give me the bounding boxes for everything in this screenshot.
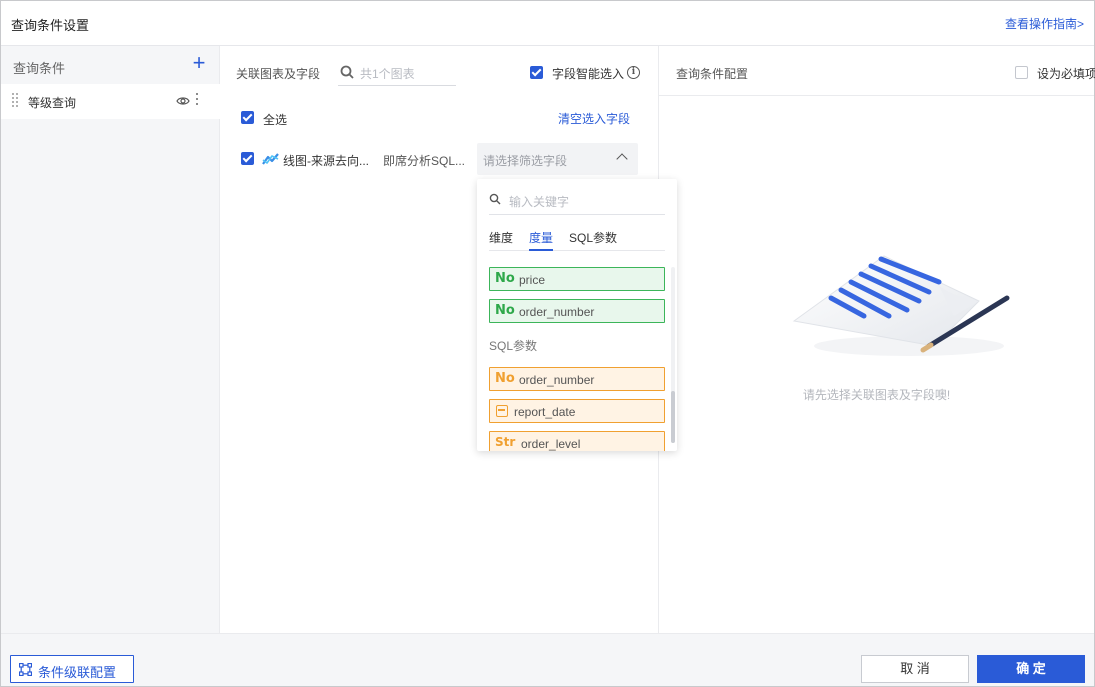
smart-select-checkbox[interactable] bbox=[530, 66, 543, 79]
select-all-checkbox[interactable] bbox=[241, 111, 254, 124]
chart-search-placeholder: 共1个图表 bbox=[360, 67, 415, 81]
add-condition-button[interactable]: + bbox=[190, 52, 208, 74]
cascade-config-label: 条件级联配置 bbox=[38, 665, 117, 680]
calendar-icon bbox=[496, 405, 508, 417]
chart-search-input[interactable]: 共1个图表 bbox=[338, 60, 456, 86]
empty-state-illustration bbox=[792, 255, 1010, 356]
chart-source: 即席分析SQL... bbox=[383, 154, 466, 168]
field-name: order_number bbox=[519, 373, 595, 387]
number-type-icon: No bbox=[495, 371, 515, 386]
field-dropdown: 输入关键字 维度 度量 SQL参数 No price No order_numb… bbox=[477, 179, 677, 451]
chevron-up-icon bbox=[616, 153, 628, 165]
search-icon bbox=[489, 193, 501, 205]
field-select[interactable]: 请选择筛选字段 bbox=[477, 143, 638, 175]
condition-list-title: 查询条件 bbox=[13, 61, 66, 76]
condition-item-label: 等级查询 bbox=[28, 96, 77, 110]
search-icon bbox=[340, 65, 354, 79]
condition-config-header: 查询条件配置 设为必填项 bbox=[659, 46, 1095, 96]
cascade-config-button[interactable]: 条件级联配置 bbox=[10, 655, 134, 683]
eye-icon[interactable] bbox=[176, 95, 190, 107]
required-checkbox[interactable] bbox=[1015, 66, 1028, 79]
field-select-placeholder: 请选择筛选字段 bbox=[483, 154, 568, 168]
cancel-button[interactable]: 取 消 bbox=[861, 655, 969, 683]
condition-config-title: 查询条件配置 bbox=[676, 67, 749, 81]
drag-handle-icon[interactable] bbox=[12, 93, 20, 107]
keyword-search-input[interactable]: 输入关键字 bbox=[489, 189, 665, 215]
condition-list-panel: 查询条件 + 等级查询 bbox=[1, 46, 220, 633]
chart-name: 线图-来源去向... bbox=[283, 154, 369, 168]
field-name: order_level bbox=[521, 437, 581, 451]
field-item[interactable]: No order_number bbox=[489, 367, 665, 391]
dropdown-scrollbar[interactable] bbox=[671, 267, 675, 443]
more-vertical-icon[interactable] bbox=[194, 93, 200, 107]
dialog-footer: 条件级联配置 取 消 确 定 bbox=[1, 633, 1094, 686]
linked-charts-title: 关联图表及字段 bbox=[236, 67, 321, 81]
tab-measure[interactable]: 度量 bbox=[529, 229, 554, 251]
tab-dimension[interactable]: 维度 bbox=[489, 229, 513, 251]
guide-link[interactable]: 查看操作指南> bbox=[1005, 15, 1084, 32]
condition-item[interactable]: 等级查询 bbox=[1, 84, 220, 119]
sql-params-group-label: SQL参数 bbox=[489, 339, 538, 353]
required-label: 设为必填项 bbox=[1037, 67, 1095, 81]
scrollbar-thumb[interactable] bbox=[671, 391, 675, 443]
field-name: order_number bbox=[519, 305, 595, 319]
info-icon[interactable]: i bbox=[627, 66, 640, 79]
field-name: report_date bbox=[514, 405, 576, 419]
dialog: 查询条件设置 查看操作指南> 查询条件 + 等级查询 关联图表及字段 共1个图表… bbox=[0, 0, 1095, 687]
empty-state-text: 请先选择关联图表及字段噢! bbox=[802, 388, 951, 402]
tab-sql-params[interactable]: SQL参数 bbox=[569, 229, 617, 251]
field-item[interactable]: No price bbox=[489, 267, 665, 291]
string-type-icon: Str bbox=[495, 435, 516, 449]
line-chart-icon bbox=[262, 153, 279, 165]
number-type-icon: No bbox=[495, 271, 515, 286]
cascade-icon bbox=[19, 663, 32, 676]
field-name: price bbox=[519, 273, 546, 287]
smart-select-label: 字段智能选入 bbox=[552, 67, 625, 81]
confirm-button[interactable]: 确 定 bbox=[977, 655, 1085, 683]
chart-row-checkbox[interactable] bbox=[241, 152, 254, 165]
clear-selected-fields-link[interactable]: 清空选入字段 bbox=[558, 110, 630, 127]
dialog-title: 查询条件设置 bbox=[11, 18, 90, 33]
condition-config-panel: 查询条件配置 设为必填项 请先选择关联图表及字段噢! bbox=[659, 46, 1095, 633]
keyword-placeholder: 输入关键字 bbox=[509, 195, 570, 209]
field-item[interactable]: Str order_level bbox=[489, 431, 665, 451]
field-type-tabs: 维度 度量 SQL参数 bbox=[489, 227, 665, 251]
select-all-label: 全选 bbox=[263, 113, 288, 127]
dialog-header: 查询条件设置 查看操作指南> bbox=[1, 1, 1094, 46]
field-item[interactable]: report_date bbox=[489, 399, 665, 423]
number-type-icon: No bbox=[495, 303, 515, 318]
condition-list-header: 查询条件 + bbox=[1, 46, 220, 84]
field-item[interactable]: No order_number bbox=[489, 299, 665, 323]
